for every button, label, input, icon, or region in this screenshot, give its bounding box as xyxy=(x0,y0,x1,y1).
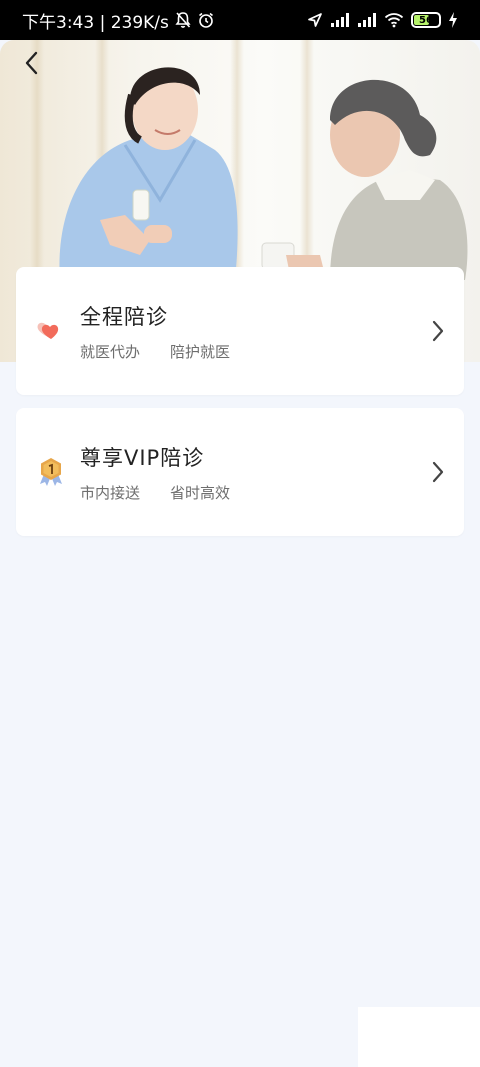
service-tag: 就医代办 xyxy=(80,343,141,361)
chevron-left-icon xyxy=(25,51,38,75)
signal-icon-2 xyxy=(357,12,377,28)
status-right: 56 xyxy=(307,12,458,28)
chevron-right-icon xyxy=(432,320,444,342)
heart-icon xyxy=(37,322,59,339)
corner-patch xyxy=(358,1007,480,1067)
service-tags: 市内接送 省时高效 xyxy=(80,482,230,503)
location-icon xyxy=(307,12,323,28)
signal-icon xyxy=(330,12,350,28)
back-button[interactable] xyxy=(16,48,46,78)
medal-icon xyxy=(40,458,62,486)
status-time-speed: 下午3:43 | 239K/s xyxy=(22,12,169,33)
service-title: 全程陪诊 xyxy=(80,305,168,329)
service-tag: 市内接送 xyxy=(80,484,141,502)
status-bar: 下午3:43 | 239K/s 56 xyxy=(0,0,480,40)
service-title: 尊享VIP陪诊 xyxy=(80,446,205,470)
alarm-icon xyxy=(197,11,215,29)
status-left: 下午3:43 | 239K/s xyxy=(22,8,215,33)
charging-icon xyxy=(448,12,458,28)
service-card-vip-escort[interactable]: 尊享VIP陪诊 市内接送 省时高效 xyxy=(16,408,464,536)
battery-level: 56 xyxy=(419,14,433,26)
service-tags: 就医代办 陪护就医 xyxy=(80,341,230,362)
wifi-icon xyxy=(384,12,404,28)
service-card-full-escort[interactable]: 全程陪诊 就医代办 陪护就医 xyxy=(16,267,464,395)
mute-icon xyxy=(175,11,191,29)
screen: 下午3:43 | 239K/s 56 全程陪诊 就医代办 陪护就医 尊享VIP陪… xyxy=(0,0,480,1067)
chevron-right-icon xyxy=(432,461,444,483)
battery-icon: 56 xyxy=(411,12,441,28)
service-tag: 陪护就医 xyxy=(170,343,231,361)
service-tag: 省时高效 xyxy=(170,484,231,502)
